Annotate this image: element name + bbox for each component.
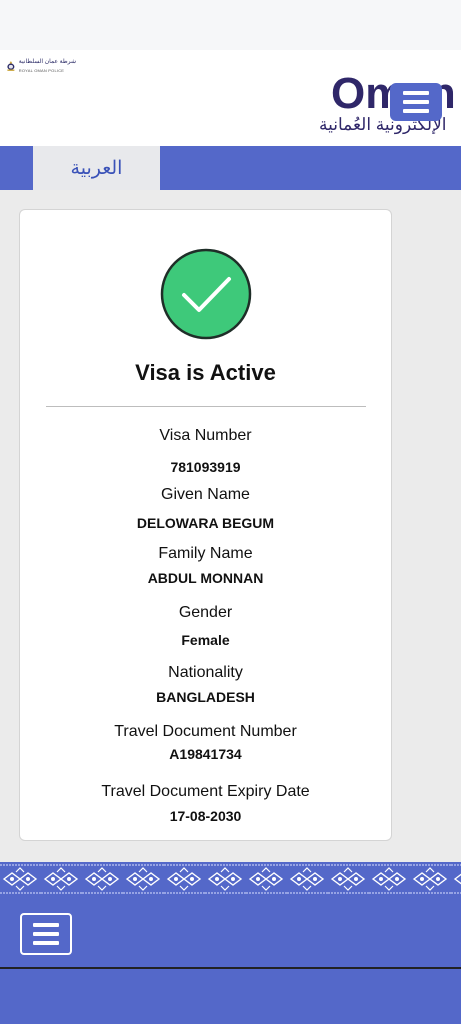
police-logo-arabic: شرطة عمان السلطانية (18, 59, 76, 65)
travel-document-expiry-label: Travel Document Expiry Date (101, 783, 310, 800)
header-menu-button[interactable] (390, 83, 442, 121)
decorative-pattern-band (0, 862, 461, 896)
travel-document-expiry-value: 17-08-2030 (169, 808, 242, 824)
travel-document-number-label: Travel Document Number (114, 723, 297, 740)
visa-status-title: Visa is Active (135, 360, 276, 385)
main-content: Visa is Active Visa Number 781093919 Giv… (0, 190, 461, 862)
royal-oman-police-logo: شرطة عمان السلطانية ROYAL OMAN POLICE (6, 58, 76, 80)
visa-number-value: 781093919 (170, 459, 241, 475)
language-bar: العربية (0, 146, 461, 190)
hamburger-line-icon (33, 941, 59, 945)
hamburger-line-icon (403, 100, 429, 104)
police-logo-english: ROYAL OMAN POLICE (18, 68, 65, 73)
hamburger-line-icon (403, 109, 429, 113)
family-name-value: ABDUL MONNAN (147, 570, 264, 586)
nationality-label: Nationality (168, 664, 243, 681)
top-status-area (0, 0, 461, 50)
visa-number-label: Visa Number (159, 427, 252, 444)
hamburger-line-icon (33, 923, 59, 927)
travel-document-number-value: A19841734 (169, 746, 242, 762)
card-divider (46, 406, 366, 407)
gender-label: Gender (178, 604, 233, 621)
gender-value: Female (181, 632, 230, 648)
family-name-label: Family Name (158, 545, 253, 562)
visa-status-card: Visa is Active Visa Number 781093919 Giv… (19, 209, 392, 841)
language-tab-arabic[interactable]: العربية (33, 146, 160, 190)
hamburger-line-icon (33, 932, 59, 936)
footer-bottom-area (0, 969, 461, 1024)
hamburger-line-icon (403, 91, 429, 95)
check-circle-icon (160, 248, 252, 340)
police-emblem-icon (7, 61, 15, 71)
nationality-value: BANGLADESH (156, 689, 255, 705)
given-name-value: DELOWARA BEGUM (136, 515, 275, 531)
given-name-label: Given Name (161, 486, 250, 503)
footer-menu-button[interactable] (20, 913, 72, 955)
